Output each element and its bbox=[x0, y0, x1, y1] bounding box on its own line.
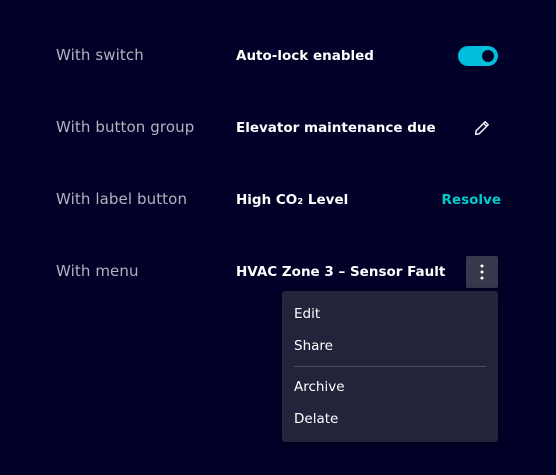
row-label-label-button: With label button bbox=[56, 190, 188, 208]
menu-item-share[interactable]: Share bbox=[294, 338, 333, 354]
row-text-auto-lock: Auto-lock enabled bbox=[236, 48, 374, 64]
menu-divider bbox=[294, 366, 486, 367]
row-text-hvac: HVAC Zone 3 – Sensor Fault bbox=[236, 264, 446, 280]
pencil-icon bbox=[474, 121, 489, 136]
more-vertical-icon bbox=[480, 264, 484, 280]
edit-button[interactable] bbox=[470, 116, 494, 140]
menu-item-archive[interactable]: Archive bbox=[294, 379, 345, 395]
row-label-menu: With menu bbox=[56, 262, 139, 280]
row-text-co2: High CO₂ Level bbox=[236, 192, 349, 208]
switch-knob bbox=[482, 50, 494, 62]
menu-item-delete[interactable]: Delate bbox=[294, 411, 338, 427]
row-label-switch: With switch bbox=[56, 46, 144, 64]
row-text-elevator: Elevator maintenance due bbox=[236, 120, 436, 136]
auto-lock-switch[interactable] bbox=[458, 46, 498, 66]
row-label-button-group: With button group bbox=[56, 118, 195, 136]
more-menu-button[interactable] bbox=[466, 256, 498, 288]
resolve-button[interactable]: Resolve bbox=[442, 192, 501, 208]
menu-item-edit[interactable]: Edit bbox=[294, 306, 320, 322]
dropdown-menu: Edit Share Archive Delate bbox=[282, 291, 498, 442]
